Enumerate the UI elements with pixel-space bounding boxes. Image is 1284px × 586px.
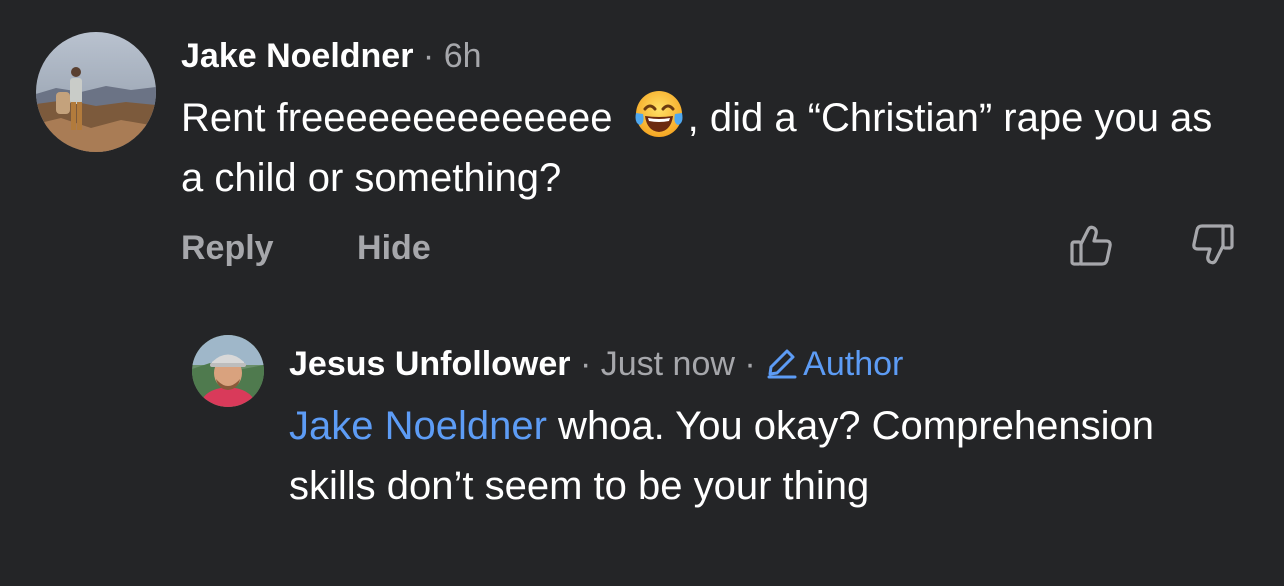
- comment-text-part-1: Rent freeeeeeeeeeeeee: [181, 96, 624, 140]
- separator-dot: ·: [422, 37, 435, 75]
- author-badge: Author: [765, 345, 903, 383]
- reply-timestamp: Just now: [600, 345, 735, 383]
- comment-header: Jake Noeldner · 6h: [181, 34, 482, 78]
- thumbs-down-icon[interactable]: [1190, 222, 1236, 268]
- reply-avatar[interactable]: [192, 335, 264, 407]
- author-badge-label: Author: [803, 345, 904, 383]
- thumbs-up-icon[interactable]: [1068, 222, 1114, 268]
- author-name[interactable]: Jake Noeldner: [181, 37, 413, 75]
- pencil-icon: [765, 345, 799, 390]
- comment-text: Rent freeeeeeeeeeeeee , did a “Christian…: [181, 87, 1241, 208]
- comment: Jake Noeldner · 6h Rent freeeeeeeeeeeeee…: [0, 0, 1284, 300]
- avatar[interactable]: [36, 32, 156, 152]
- separator-dot: ·: [579, 345, 592, 383]
- reply-button[interactable]: Reply: [181, 226, 274, 270]
- comment-actions: Reply Hide: [181, 226, 431, 270]
- timestamp: 6h: [443, 37, 482, 75]
- separator-dot-2: ·: [744, 345, 756, 383]
- reply-author-name[interactable]: Jesus Unfollower: [289, 345, 571, 383]
- tears-of-joy-emoji-icon: [632, 87, 686, 141]
- hide-button[interactable]: Hide: [357, 226, 431, 270]
- reply-header: Jesus Unfollower · Just now · Author: [289, 342, 903, 390]
- mention-link[interactable]: Jake Noeldner: [289, 404, 547, 448]
- reply-text: Jake Noeldner whoa. You okay? Comprehens…: [289, 396, 1249, 516]
